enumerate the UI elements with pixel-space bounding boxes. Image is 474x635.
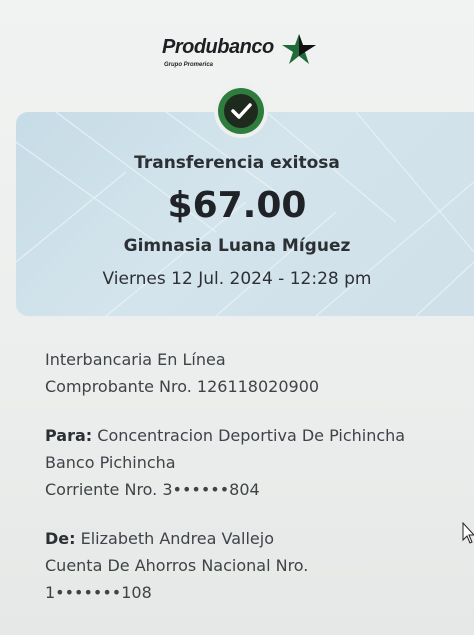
mouse-cursor-icon [462,522,474,544]
sender-account-type: Cuenta De Ahorros Nacional Nro. [45,556,309,575]
sender-line: De: Elizabeth Andrea Vallejo [45,525,465,552]
transfer-status-title: Transferencia exitosa [134,153,340,173]
recipient-account: Corriente Nro. 3••••••804 [45,480,260,499]
transfer-datetime: Viernes 12 Jul. 2024 - 12:28 pm [102,269,372,289]
brand-name: Produbanco [162,36,274,58]
recipient-line: Para: Concentracion Deportiva De Pichinc… [45,422,465,449]
sender-name: Elizabeth Andrea Vallejo [80,529,275,548]
check-circle-icon [231,103,252,119]
recipient-name: Concentracion Deportiva De Pichincha [97,426,406,445]
from-label: De: [45,529,76,548]
receipt-screen: Produbanco Grupo Promerica Transferencia… [0,0,474,635]
recipient-bank: Banco Pichincha [45,453,176,472]
success-badge [218,88,264,134]
brand-subtitle: Grupo Promerica [164,62,214,68]
voucher-number: Comprobante Nro. 126118020900 [45,377,320,396]
produbanco-logo: Produbanco Grupo Promerica [160,32,330,72]
to-label: Para: [45,426,93,445]
beneficiary-name: Gimnasia Luana Míguez [123,236,351,256]
star-logo-icon [282,34,316,64]
transfer-details: Interbancaria En Línea Comprobante Nro. … [45,346,465,606]
transfer-type: Interbancaria En Línea [45,350,226,369]
sender-account-number: 1•••••••108 [45,583,152,602]
transfer-amount: $67.00 [167,185,307,226]
